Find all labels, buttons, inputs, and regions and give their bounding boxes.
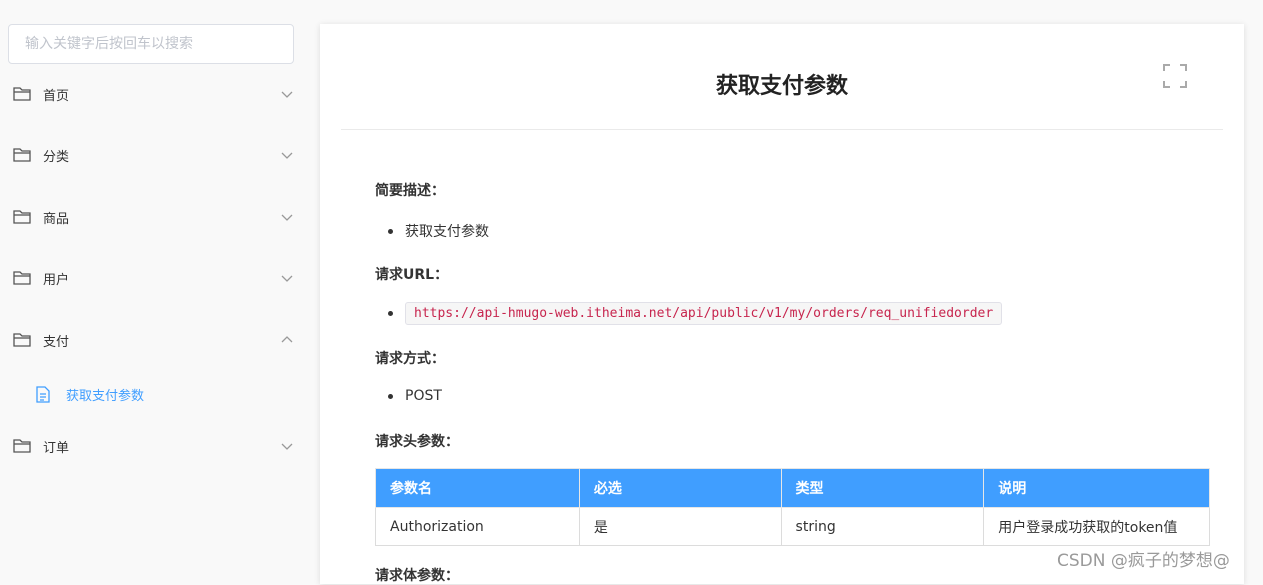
bullet-dot bbox=[388, 311, 393, 316]
folder-icon bbox=[13, 87, 31, 101]
folder-icon bbox=[13, 333, 31, 347]
sidebar-item-label: 订单 bbox=[43, 440, 70, 456]
folder-icon bbox=[13, 439, 31, 453]
sidebar-subitem-label: 获取支付参数 bbox=[66, 388, 145, 404]
folder-icon bbox=[13, 210, 31, 224]
bullet-dot bbox=[388, 393, 393, 399]
summary-text: 获取支付参数 bbox=[405, 224, 489, 240]
sidebar-item-label: 首页 bbox=[43, 88, 70, 104]
chevron-up-icon bbox=[281, 336, 293, 343]
chevron-down-icon bbox=[281, 214, 293, 221]
sidebar-subitem-get-payment-params[interactable]: 获取支付参数 bbox=[0, 376, 305, 412]
url-heading: 请求URL： bbox=[375, 267, 449, 283]
column-header: 参数名 bbox=[375, 468, 580, 508]
page-title: 获取支付参数 bbox=[715, 74, 848, 99]
method-text: POST bbox=[405, 388, 442, 404]
table-cell: string bbox=[780, 507, 985, 546]
bullet-dot bbox=[388, 228, 393, 234]
sidebar-item-order[interactable]: 订单 bbox=[0, 426, 305, 466]
folder-icon bbox=[13, 148, 31, 162]
sidebar-item-goods[interactable]: 商品 bbox=[0, 197, 305, 237]
sidebar-item-home[interactable]: 首页 bbox=[0, 74, 305, 114]
divider bbox=[341, 129, 1223, 130]
document-icon bbox=[36, 385, 50, 403]
sidebar-item-label: 商品 bbox=[43, 211, 70, 227]
fullscreen-icon[interactable] bbox=[1161, 62, 1189, 90]
body-heading: 请求体参数： bbox=[375, 568, 459, 584]
search-input[interactable] bbox=[8, 24, 294, 64]
table-row: Authorization 是 string 用户登录成功获取的token值 bbox=[375, 507, 1210, 546]
sidebar-item-user[interactable]: 用户 bbox=[0, 258, 305, 298]
url-item: https://api-hmugo-web.itheima.net/api/pu… bbox=[388, 302, 1003, 325]
method-item: POST bbox=[388, 388, 442, 404]
chevron-down-icon bbox=[281, 275, 293, 282]
column-header: 必选 bbox=[578, 468, 782, 508]
summary-item: 获取支付参数 bbox=[388, 221, 489, 241]
summary-heading: 简要描述： bbox=[375, 183, 445, 199]
table-cell: Authorization bbox=[375, 507, 580, 546]
sidebar-item-label: 用户 bbox=[43, 272, 70, 288]
headers-heading: 请求头参数： bbox=[375, 434, 459, 450]
table-header-row: 参数名 必选 类型 说明 bbox=[375, 468, 1210, 508]
table-cell: 用户登录成功获取的token值 bbox=[983, 507, 1210, 546]
header-params-table: 参数名 必选 类型 说明 Authorization 是 string 用户登录… bbox=[375, 468, 1210, 546]
folder-icon bbox=[13, 271, 31, 285]
column-header: 说明 bbox=[983, 468, 1210, 508]
chevron-down-icon bbox=[281, 443, 293, 450]
method-heading: 请求方式： bbox=[375, 351, 445, 367]
chevron-down-icon bbox=[281, 152, 293, 159]
sidebar-item-category[interactable]: 分类 bbox=[0, 135, 305, 175]
sidebar-item-payment[interactable]: 支付 bbox=[0, 320, 305, 360]
sidebar-item-label: 分类 bbox=[43, 149, 70, 165]
url-code: https://api-hmugo-web.itheima.net/api/pu… bbox=[405, 302, 1003, 325]
watermark: CSDN @疯子的梦想@ bbox=[1057, 551, 1230, 571]
sidebar-item-label: 支付 bbox=[43, 334, 70, 350]
chevron-down-icon bbox=[281, 91, 293, 98]
column-header: 类型 bbox=[780, 468, 985, 508]
sidebar: 首页 分类 商品 用户 支付 获取支付参数 订单 bbox=[0, 0, 305, 576]
table-cell: 是 bbox=[578, 507, 782, 546]
